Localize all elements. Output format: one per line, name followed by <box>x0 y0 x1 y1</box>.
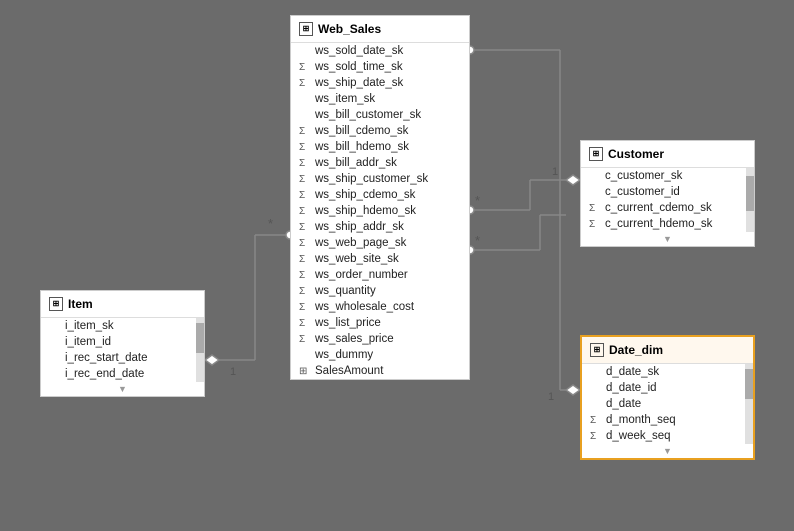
item-fields: i_item_sk i_item_id i_rec_start_date i_r… <box>41 318 204 382</box>
sigma-icon: Σ <box>299 318 311 329</box>
table-row: Σws_order_number <box>291 267 469 283</box>
table-row: Σc_current_hdemo_sk <box>581 216 754 232</box>
sigma-icon: Σ <box>590 415 602 426</box>
sigma-icon: Σ <box>299 334 311 345</box>
table-row: Σws_ship_hdemo_sk <box>291 203 469 219</box>
sigma-icon: Σ <box>299 174 311 185</box>
table-row: Σws_ship_addr_sk <box>291 219 469 235</box>
table-row: Σc_current_cdemo_sk <box>581 200 754 216</box>
web-sales-table[interactable]: ⊞ Web_Sales ws_sold_date_sk Σws_sold_tim… <box>290 15 470 380</box>
table-row: c_customer_id <box>581 184 754 200</box>
sigma-icon: Σ <box>299 190 311 201</box>
svg-text:1: 1 <box>230 366 236 378</box>
web-sales-fields: ws_sold_date_sk Σws_sold_time_sk Σws_shi… <box>291 43 469 379</box>
date-dim-header: ⊞ Date_dim <box>582 337 753 364</box>
sigma-icon: Σ <box>299 158 311 169</box>
table-row: d_date_sk <box>582 364 753 380</box>
table-row: i_rec_start_date <box>41 350 204 366</box>
scrollbar-thumb[interactable] <box>196 323 204 353</box>
table-row: Σws_ship_cdemo_sk <box>291 187 469 203</box>
scrollbar-track[interactable] <box>746 168 754 232</box>
table-row: ws_item_sk <box>291 91 469 107</box>
item-title: Item <box>68 297 93 311</box>
svg-text:*: * <box>475 233 480 248</box>
table-row: Σws_web_page_sk <box>291 235 469 251</box>
table-row: Σws_ship_date_sk <box>291 75 469 91</box>
sigma-icon: Σ <box>299 222 311 233</box>
item-table[interactable]: ⊞ Item i_item_sk i_item_id i_rec_start_d… <box>40 290 205 397</box>
svg-text:1: 1 <box>548 391 554 403</box>
sigma-icon: Σ <box>299 126 311 137</box>
table-grid-icon: ⊞ <box>589 147 603 161</box>
table-row: i_item_sk <box>41 318 204 334</box>
table-row: Σd_month_seq <box>582 412 753 428</box>
table-row: Σd_week_seq <box>582 428 753 444</box>
table-row: Σws_sold_time_sk <box>291 59 469 75</box>
customer-header: ⊞ Customer <box>581 141 754 168</box>
scroll-down-indicator: ▼ <box>581 232 754 246</box>
date-dim-table[interactable]: ⊞ Date_dim d_date_sk d_date_id d_date Σd… <box>580 335 755 460</box>
table-row: i_item_id <box>41 334 204 350</box>
scroll-down-indicator: ▼ <box>41 382 204 396</box>
table-row: ws_dummy <box>291 347 469 363</box>
table-row: ⊞SalesAmount <box>291 363 469 379</box>
sigma-icon: Σ <box>590 431 602 442</box>
table-row: Σws_bill_addr_sk <box>291 155 469 171</box>
table-row: d_date <box>582 396 753 412</box>
scrollbar-thumb[interactable] <box>745 369 753 399</box>
svg-text:*: * <box>268 216 273 231</box>
sigma-icon: Σ <box>299 238 311 249</box>
table-row: Σws_list_price <box>291 315 469 331</box>
sigma-icon: Σ <box>589 203 601 214</box>
scrollbar-track[interactable] <box>745 364 753 444</box>
table-row: Σws_ship_customer_sk <box>291 171 469 187</box>
table-row: c_customer_sk <box>581 168 754 184</box>
customer-fields: c_customer_sk c_customer_id Σc_current_c… <box>581 168 754 232</box>
table-row: d_date_id <box>582 380 753 396</box>
table-row: ws_bill_customer_sk <box>291 107 469 123</box>
web-sales-title: Web_Sales <box>318 22 381 36</box>
sigma-icon: Σ <box>589 219 601 230</box>
svg-text:1: 1 <box>552 166 558 178</box>
sigma-icon: Σ <box>299 142 311 153</box>
sigma-icon: Σ <box>299 78 311 89</box>
scrollbar-track[interactable] <box>196 318 204 382</box>
svg-text:*: * <box>475 193 480 208</box>
sigma-icon: Σ <box>299 206 311 217</box>
scrollbar-thumb[interactable] <box>746 176 754 211</box>
date-dim-title: Date_dim <box>609 343 663 357</box>
item-header: ⊞ Item <box>41 291 204 318</box>
table-row: Σws_web_site_sk <box>291 251 469 267</box>
date-dim-fields: d_date_sk d_date_id d_date Σd_month_seq … <box>582 364 753 444</box>
table-grid-icon: ⊞ <box>49 297 63 311</box>
table-row: i_rec_end_date <box>41 366 204 382</box>
sigma-icon: Σ <box>299 62 311 73</box>
table-row: Σws_wholesale_cost <box>291 299 469 315</box>
table-row: Σws_quantity <box>291 283 469 299</box>
customer-title: Customer <box>608 147 664 161</box>
table-icon: ⊞ <box>299 366 311 377</box>
table-row: ws_sold_date_sk <box>291 43 469 59</box>
sigma-icon: Σ <box>299 302 311 313</box>
customer-table[interactable]: ⊞ Customer c_customer_sk c_customer_id Σ… <box>580 140 755 247</box>
web-sales-header: ⊞ Web_Sales <box>291 16 469 43</box>
table-row: Σws_bill_hdemo_sk <box>291 139 469 155</box>
table-row: Σws_sales_price <box>291 331 469 347</box>
table-grid-icon: ⊞ <box>590 343 604 357</box>
sigma-icon: Σ <box>299 254 311 265</box>
sigma-icon: Σ <box>299 270 311 281</box>
table-row: Σws_bill_cdemo_sk <box>291 123 469 139</box>
sigma-icon: Σ <box>299 286 311 297</box>
table-grid-icon: ⊞ <box>299 22 313 36</box>
scroll-down-indicator: ▼ <box>582 444 753 458</box>
